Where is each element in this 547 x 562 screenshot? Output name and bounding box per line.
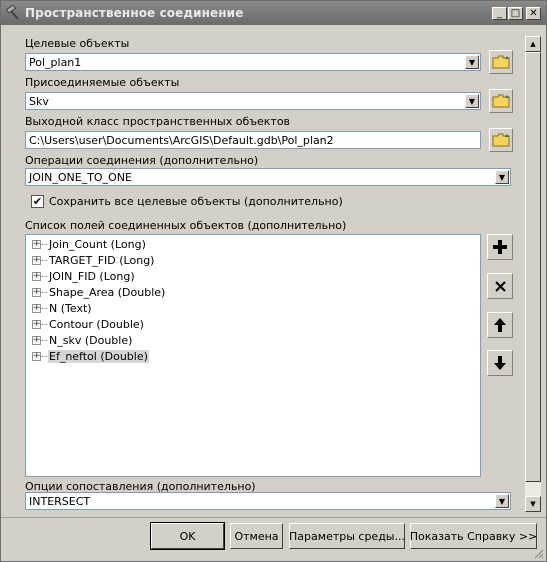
remove-field-button[interactable] <box>487 273 513 299</box>
scroll-down-icon[interactable]: ▼ <box>525 496 541 512</box>
keep-all-checkbox[interactable]: ✔ <box>31 195 44 208</box>
title-bar[interactable]: Пространственное соединение _ □ ✕ <box>1 1 546 25</box>
move-down-button[interactable] <box>487 350 513 376</box>
join-features-label: Присоединяемые объекты <box>25 76 180 89</box>
field-map-label: Список полей соединенных объектов (допол… <box>25 219 347 232</box>
arrow-up-icon <box>494 318 506 332</box>
window-title: Пространственное соединение <box>25 6 244 20</box>
resize-grip-icon[interactable] <box>532 547 544 559</box>
scroll-up-icon[interactable]: ▲ <box>525 36 541 52</box>
target-features-label: Целевые объекты <box>25 37 130 50</box>
move-up-button[interactable] <box>487 312 513 338</box>
target-features-value: Pol_plan1 <box>29 56 82 69</box>
hammer-icon <box>5 5 19 20</box>
output-class-value: C:\Users\user\Documents\ArcGIS\Default.g… <box>29 134 334 147</box>
expand-icon[interactable]: + <box>32 288 41 297</box>
x-icon <box>494 280 506 292</box>
scroll-thumb[interactable] <box>525 52 541 482</box>
minimize-button[interactable]: _ <box>492 7 507 20</box>
browse-join-button[interactable] <box>489 89 513 113</box>
chevron-down-icon[interactable]: ▼ <box>495 170 509 184</box>
output-class-input[interactable]: C:\Users\user\Documents\ArcGIS\Default.g… <box>25 131 481 149</box>
browse-target-button[interactable] <box>489 50 513 74</box>
field-map-list[interactable]: + Join_Count (Long) + TARGET_FID (Long) + J… <box>25 234 481 477</box>
plus-icon <box>493 240 507 254</box>
cancel-button[interactable]: Отмена <box>230 523 283 549</box>
join-features-value: Skv <box>29 95 49 108</box>
join-operation-value: JOIN_ONE_TO_ONE <box>29 171 132 184</box>
close-button[interactable]: ✕ <box>526 7 541 20</box>
maximize-button[interactable]: □ <box>508 7 523 20</box>
expand-icon[interactable]: + <box>32 256 41 265</box>
chevron-down-icon[interactable]: ▼ <box>495 494 509 508</box>
join-operation-label: Операции соединения (дополнительно) <box>25 154 259 167</box>
expand-icon[interactable]: + <box>32 304 41 313</box>
expand-icon[interactable]: + <box>32 272 41 281</box>
match-option-value: INTERSECT <box>29 495 91 508</box>
expand-icon[interactable]: + <box>32 336 41 345</box>
show-help-button[interactable]: Показать Справку >> <box>410 523 537 549</box>
expand-icon[interactable]: + <box>32 320 41 329</box>
arrow-down-icon <box>494 356 506 370</box>
parameters-panel: Целевые объекты Pol_plan1 ▼ Присоединяем… <box>21 25 525 512</box>
vertical-scrollbar[interactable]: ▲ ▼ <box>525 36 541 512</box>
target-features-dropdown[interactable]: Pol_plan1 ▼ <box>25 53 481 71</box>
add-field-button[interactable] <box>487 234 513 260</box>
environment-settings-button[interactable]: Параметры среды... <box>289 523 405 549</box>
ok-button[interactable]: OK <box>150 522 225 550</box>
output-class-label: Выходной класс пространственных объектов <box>25 115 291 128</box>
divider <box>1 517 546 518</box>
folder-icon <box>492 94 510 108</box>
folder-icon <box>492 133 510 147</box>
join-operation-dropdown[interactable]: JOIN_ONE_TO_ONE ▼ <box>25 168 511 186</box>
join-features-dropdown[interactable]: Skv ▼ <box>25 92 481 110</box>
chevron-down-icon[interactable]: ▼ <box>465 94 479 108</box>
folder-icon <box>492 55 510 69</box>
expand-icon[interactable]: + <box>32 240 41 249</box>
match-option-dropdown[interactable]: INTERSECT ▼ <box>25 492 511 510</box>
chevron-down-icon[interactable]: ▼ <box>465 55 479 69</box>
spatial-join-dialog: Пространственное соединение _ □ ✕ Целевы… <box>0 0 547 562</box>
browse-output-button[interactable] <box>489 128 513 152</box>
keep-all-label: Сохранить все целевые объекты (дополните… <box>49 195 343 208</box>
expand-icon[interactable]: + <box>32 352 41 361</box>
